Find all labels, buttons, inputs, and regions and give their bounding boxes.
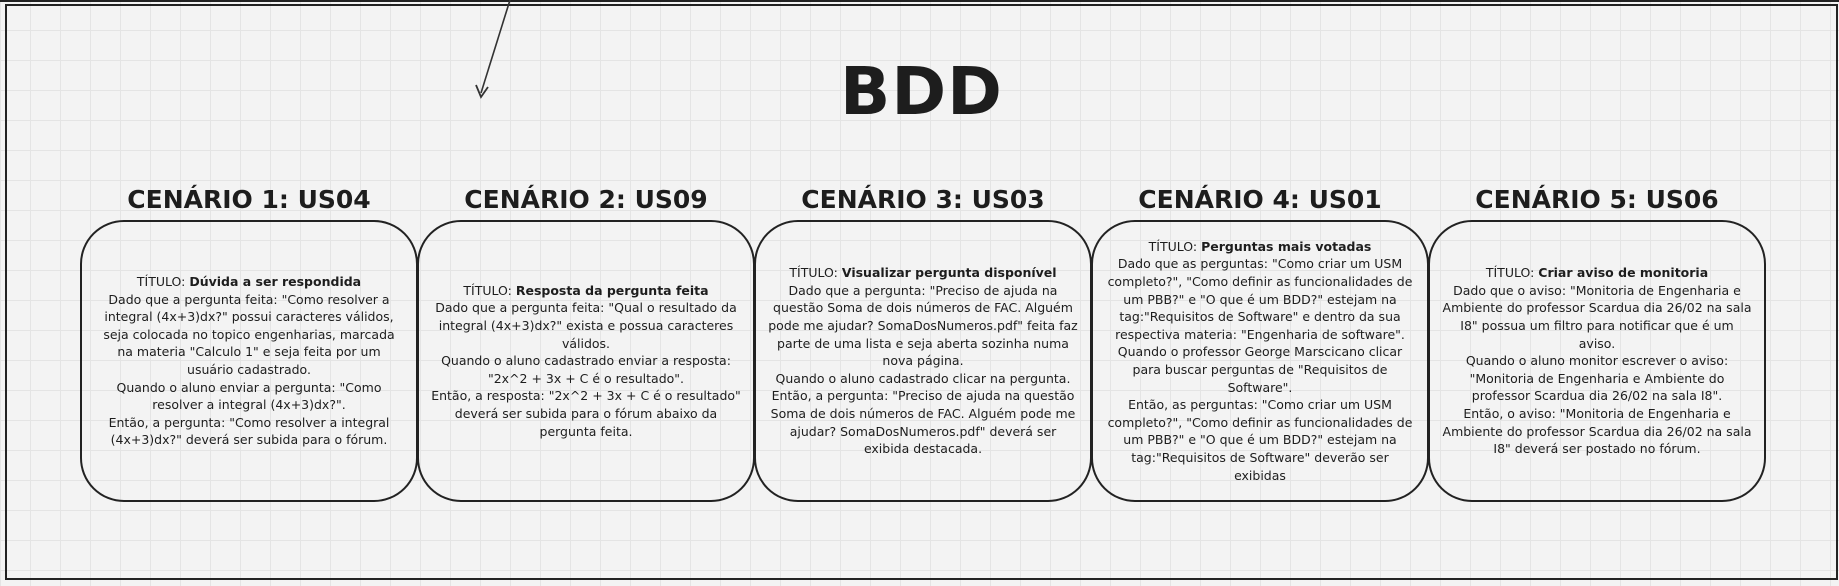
titulo-label: TÍTULO: <box>1485 265 1539 281</box>
titulo-value: Criar aviso de monitoria <box>1538 265 1709 281</box>
scenario-card-text: TÍTULO: Criar aviso de monitoria Dado qu… <box>1442 264 1752 458</box>
titulo-value: Dúvida a ser respondida <box>189 274 362 290</box>
scenario-card[interactable]: TÍTULO: Perguntas mais votadas Dado que … <box>1091 220 1429 502</box>
scenario-given: Dado que a pergunta feita: "Como resolve… <box>103 291 395 377</box>
scenario-3: CENÁRIO 3: US03 TÍTULO: Visualizar pergu… <box>754 182 1092 502</box>
scenario-title-line: TÍTULO: Resposta da pergunta feita <box>431 282 741 300</box>
scenario-card-text: TÍTULO: Visualizar pergunta disponível D… <box>768 264 1078 458</box>
scenario-when: Quando o aluno cadastrado clicar na perg… <box>775 370 1071 386</box>
titulo-value: Resposta da pergunta feita <box>515 282 709 298</box>
scenario-heading[interactable]: CENÁRIO 2: US09 <box>417 182 755 218</box>
scenario-then: Então, a pergunta: "Preciso de ajuda na … <box>770 388 1076 457</box>
scenario-when: Quando o aluno enviar a pergunta: "Como … <box>116 379 382 413</box>
board-title[interactable]: BDD <box>0 52 1839 132</box>
scenario-then: Então, a resposta: "2x^2 + 3x + C é o re… <box>431 388 741 439</box>
scenario-when: Quando o aluno cadastrado enviar a respo… <box>441 353 731 386</box>
scenario-then: Então, a pergunta: "Como resolver a inte… <box>108 414 390 448</box>
scenario-given: Dado que a pergunta: "Preciso de ajuda n… <box>768 282 1078 369</box>
titulo-label: TÍTULO: <box>1148 238 1202 254</box>
titulo-label: TÍTULO: <box>463 282 516 298</box>
scenario-4: CENÁRIO 4: US01 TÍTULO: Perguntas mais v… <box>1091 182 1429 502</box>
scenario-card-text: TÍTULO: Dúvida a ser respondida Dado que… <box>94 273 404 449</box>
scenario-card[interactable]: TÍTULO: Visualizar pergunta disponível D… <box>754 220 1092 502</box>
titulo-label: TÍTULO: <box>136 274 190 290</box>
scenario-heading[interactable]: CENÁRIO 1: US04 <box>80 182 418 218</box>
titulo-value: Perguntas mais votadas <box>1201 238 1372 254</box>
scenario-card-text: TÍTULO: Resposta da pergunta feita Dado … <box>431 282 741 440</box>
scenario-when: Quando o professor George Marscicano cli… <box>1117 344 1403 395</box>
scenario-heading[interactable]: CENÁRIO 5: US06 <box>1428 182 1766 218</box>
scenario-card[interactable]: TÍTULO: Resposta da pergunta feita Dado … <box>417 220 755 502</box>
scenario-card-text: TÍTULO: Perguntas mais votadas Dado que … <box>1105 238 1415 484</box>
scenario-then: Então, o aviso: "Monitoria de Engenharia… <box>1442 405 1752 457</box>
scenario-title-line: TÍTULO: Perguntas mais votadas <box>1105 238 1415 256</box>
scenario-given: Dado que a pergunta feita: "Qual o resul… <box>435 300 737 351</box>
scenario-title-line: TÍTULO: Dúvida a ser respondida <box>94 273 404 291</box>
scenario-1: CENÁRIO 1: US04 TÍTULO: Dúvida a ser res… <box>80 182 418 502</box>
scenario-card[interactable]: TÍTULO: Dúvida a ser respondida Dado que… <box>80 220 418 502</box>
scenario-then: Então, as perguntas: "Como criar um USM … <box>1107 397 1413 483</box>
scenario-given: Dado que o aviso: "Monitoria de Engenhar… <box>1442 282 1752 351</box>
titulo-value: Visualizar pergunta disponível <box>841 265 1057 281</box>
scenario-heading[interactable]: CENÁRIO 3: US03 <box>754 182 1092 218</box>
scenario-title-line: TÍTULO: Criar aviso de monitoria <box>1442 264 1752 282</box>
titulo-label: TÍTULO: <box>789 265 842 281</box>
scenario-2: CENÁRIO 2: US09 TÍTULO: Resposta da perg… <box>417 182 755 502</box>
scenario-title-line: TÍTULO: Visualizar pergunta disponível <box>768 264 1078 282</box>
scenario-heading[interactable]: CENÁRIO 4: US01 <box>1091 182 1429 218</box>
scenario-given: Dado que as perguntas: "Como criar um US… <box>1107 256 1413 342</box>
scenario-card[interactable]: TÍTULO: Criar aviso de monitoria Dado qu… <box>1428 220 1766 502</box>
scenario-5: CENÁRIO 5: US06 TÍTULO: Criar aviso de m… <box>1428 182 1766 502</box>
scenario-when: Quando o aluno monitor escrever o aviso:… <box>1465 353 1729 404</box>
board-title-text: BDD <box>840 53 1003 130</box>
